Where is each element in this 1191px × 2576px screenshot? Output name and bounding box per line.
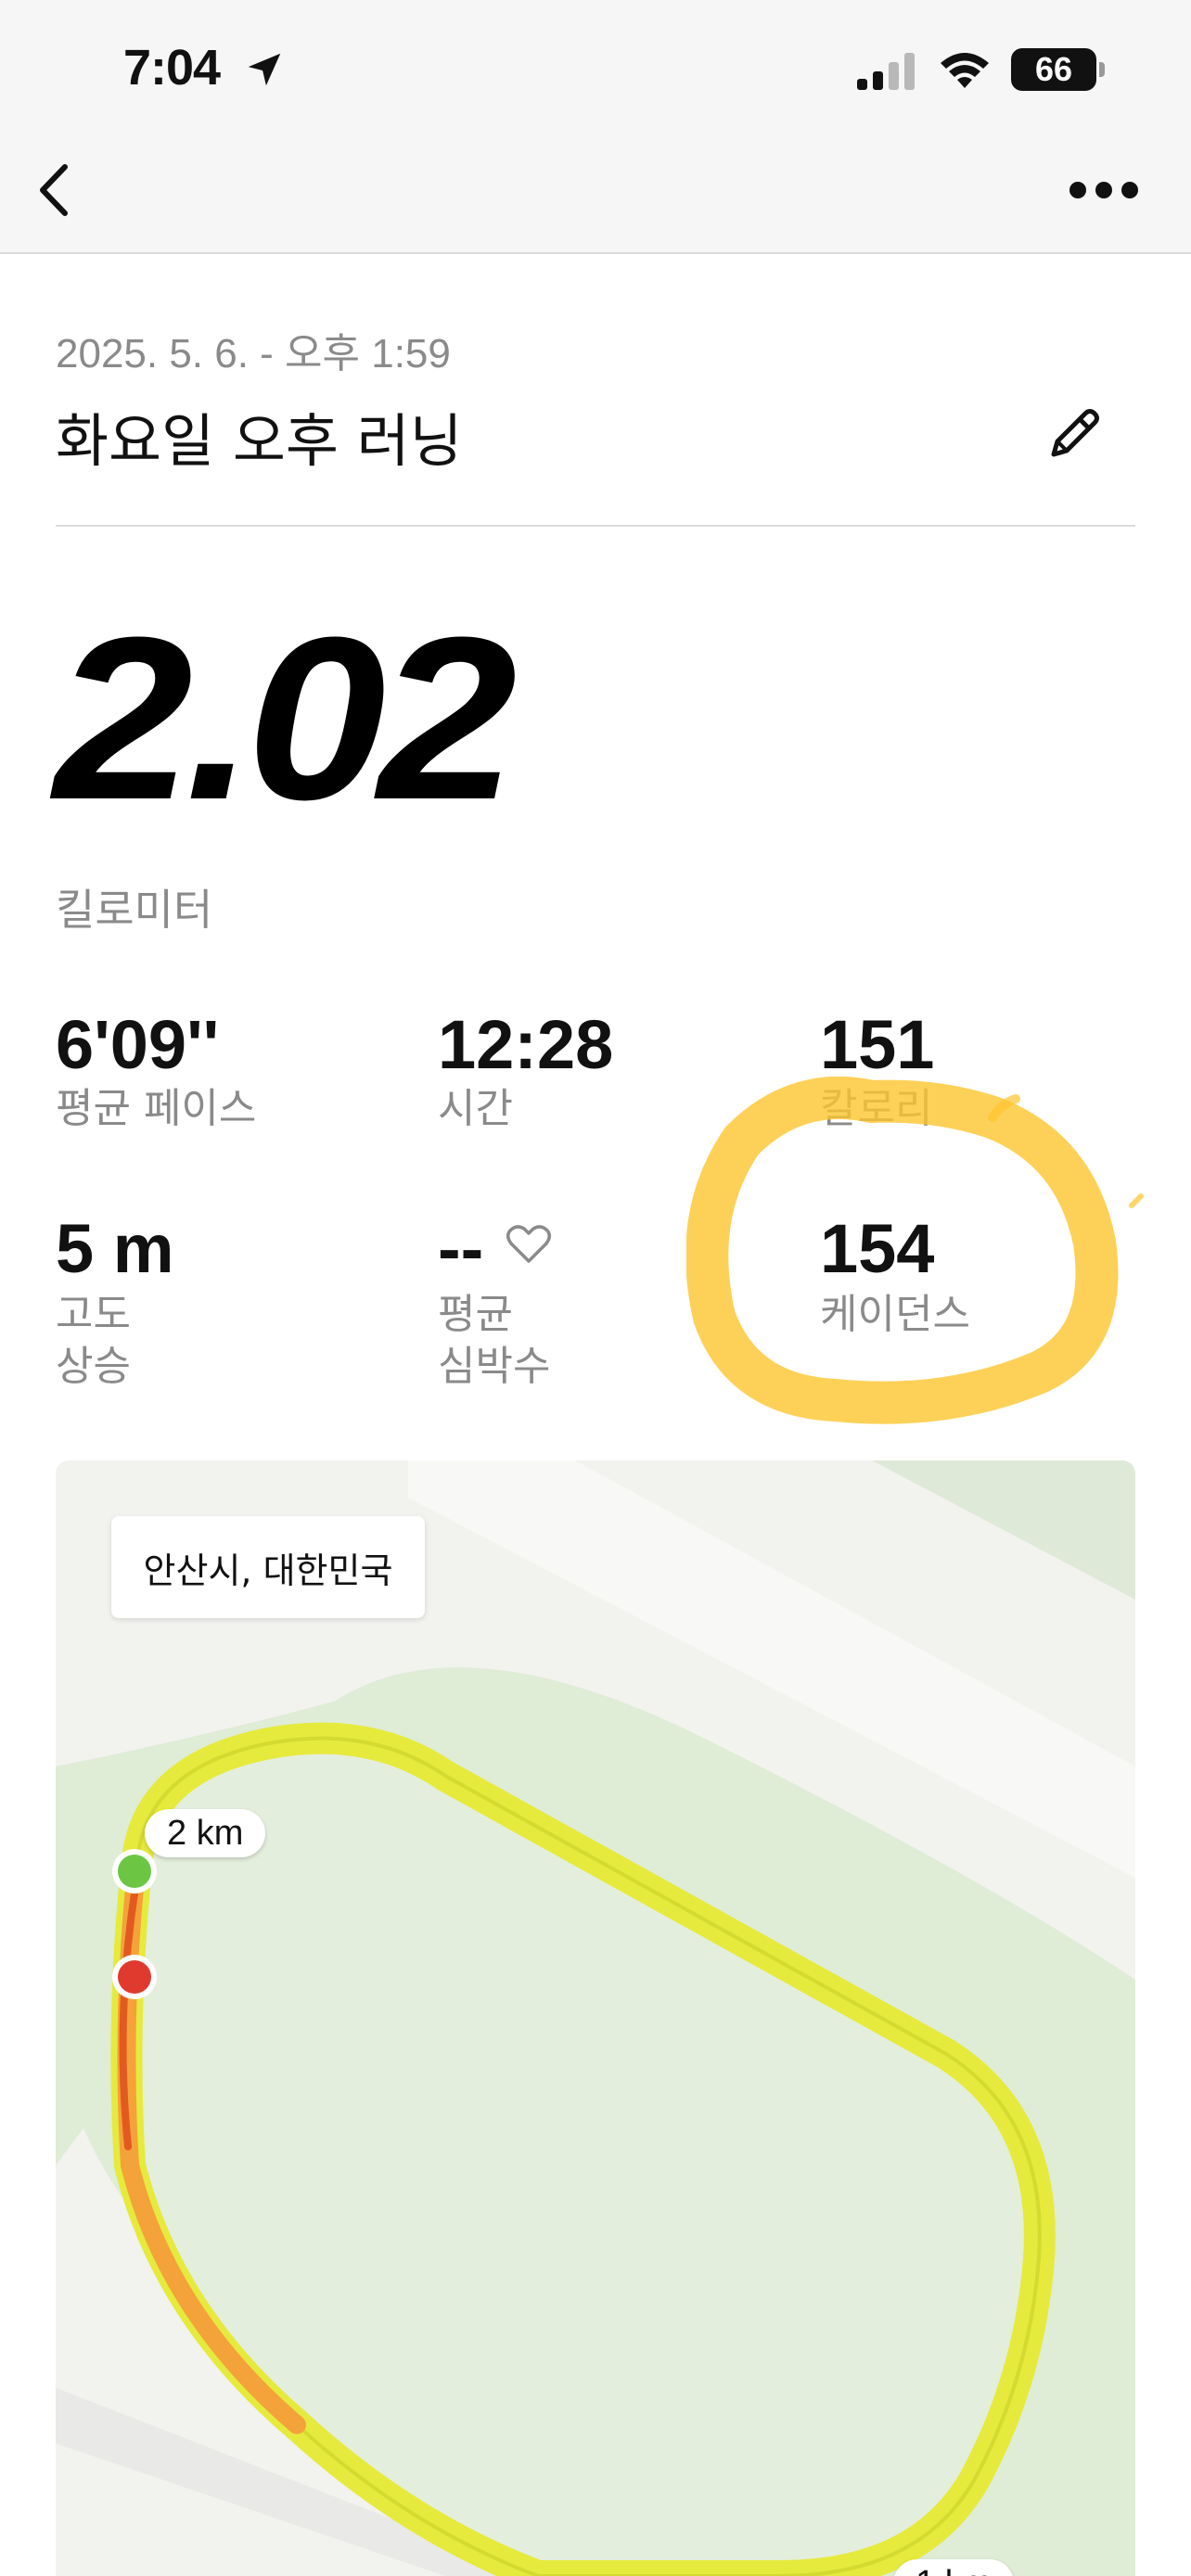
battery-indicator: 66 xyxy=(1011,48,1096,91)
time-label: 시간 xyxy=(438,1085,513,1132)
battery-nub xyxy=(1099,62,1105,77)
heart-rate-label-line1: 평균 xyxy=(438,1291,513,1338)
header-divider xyxy=(56,525,1135,527)
pace-label: 평균 페이스 xyxy=(56,1085,257,1132)
activity-title: 화요일 오후 러닝 xyxy=(56,407,463,475)
route-marker-1km: 1 km xyxy=(893,2559,1015,2576)
edit-pencil-button[interactable] xyxy=(1041,401,1108,467)
calories-label: 칼로리 xyxy=(820,1085,933,1132)
cellular-signal-icon xyxy=(857,53,915,90)
route-map[interactable]: 안산시, 대한민국 2 km 1 km xyxy=(56,1460,1135,2576)
heart-rate-value: -- xyxy=(438,1210,484,1287)
top-bar: 7:04 66 xyxy=(0,0,1191,254)
time-value: 12:28 xyxy=(438,1006,614,1083)
distance-unit: 킬로미터 xyxy=(56,885,213,935)
cadence-label: 케이던스 xyxy=(820,1291,970,1338)
cadence-value: 154 xyxy=(820,1210,935,1287)
wifi-icon xyxy=(941,53,989,88)
activity-date: 2025. 5. 6. - 오후 1:59 xyxy=(56,331,451,376)
elevation-value: 5 m xyxy=(56,1210,174,1287)
elevation-label-line2: 상승 xyxy=(56,1343,131,1390)
location-arrow-icon xyxy=(248,53,281,86)
heart-icon xyxy=(506,1225,551,1263)
back-button[interactable] xyxy=(28,158,83,223)
elevation-label-line1: 고도 xyxy=(56,1291,131,1338)
status-time: 7:04 xyxy=(123,40,221,96)
top-bar-divider xyxy=(0,252,1191,254)
heart-rate-label-line2: 심박수 xyxy=(438,1343,551,1390)
calories-value: 151 xyxy=(820,1006,935,1083)
pace-value: 6'09'' xyxy=(56,1006,220,1083)
status-bar: 7:04 66 xyxy=(0,0,1191,139)
distance-value: 2.02 xyxy=(54,589,518,848)
more-options-button[interactable] xyxy=(1067,172,1141,209)
route-map-graphic xyxy=(56,1460,1135,2576)
route-marker-2km: 2 km xyxy=(145,1809,266,1857)
map-location-label: 안산시, 대한민국 xyxy=(111,1516,425,1618)
